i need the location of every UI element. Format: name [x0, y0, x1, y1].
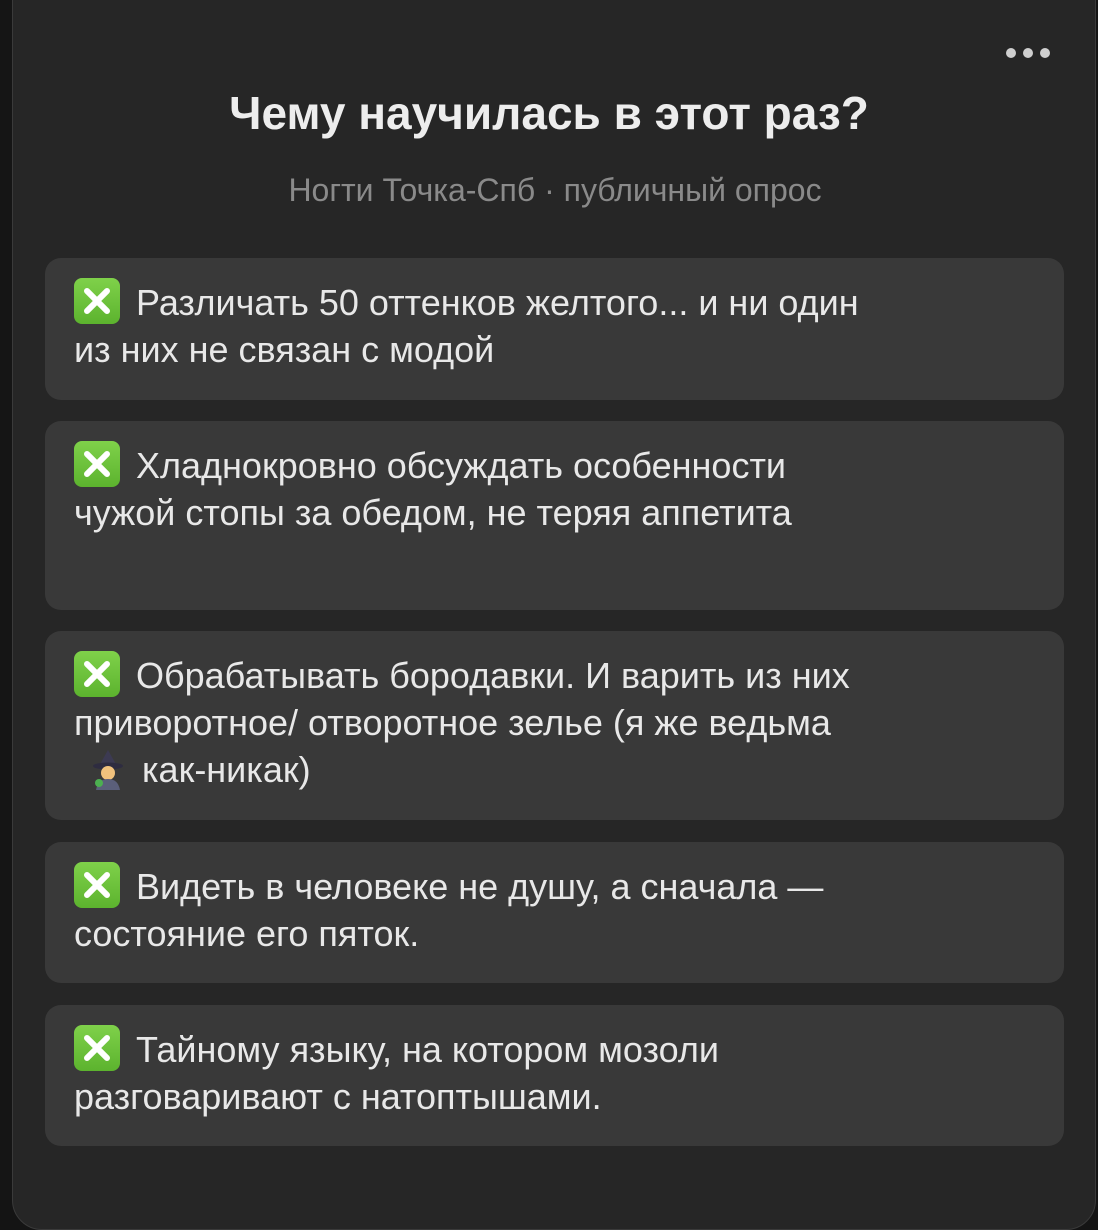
poll-option-label-end: как-никак) — [142, 749, 311, 790]
poll-option-3[interactable]: Обрабатывать бородавки. И варить из них … — [45, 631, 1064, 820]
more-dots-icon — [1006, 48, 1016, 58]
poll-option-text: Хладнокровно обсуждать особенности чужой… — [74, 441, 894, 536]
witch-emoji-icon — [88, 748, 128, 790]
poll-option-1[interactable]: Различать 50 оттенков желтого... и ни од… — [45, 258, 1064, 400]
more-options-button[interactable] — [1006, 38, 1050, 68]
cross-mark-icon — [74, 278, 120, 324]
poll-title: Чему научилась в этот раз? — [229, 87, 869, 139]
more-dots-icon — [1040, 48, 1050, 58]
poll-option-2[interactable]: Хладнокровно обсуждать особенности чужой… — [45, 421, 1064, 610]
cross-mark-icon — [74, 441, 120, 487]
poll-option-label: Хладнокровно обсуждать особенности чужой… — [74, 445, 792, 533]
poll-option-text: Тайному языку, на котором мозоли разгова… — [74, 1025, 894, 1120]
poll-option-label: Тайному языку, на котором мозоли разгова… — [74, 1029, 719, 1117]
poll-option-label: Различать 50 оттенков желтого... и ни од… — [74, 282, 859, 370]
poll-option-text: Видеть в человеке не душу, а сначала — с… — [74, 862, 894, 957]
poll-option-text: Различать 50 оттенков желтого... и ни од… — [74, 278, 894, 373]
cross-mark-icon — [74, 1025, 120, 1071]
poll-option-label: Обрабатывать бородавки. И варить из них … — [74, 655, 850, 743]
poll-option-label: Видеть в человеке не душу, а сначала — с… — [74, 866, 824, 954]
cross-mark-icon — [74, 651, 120, 697]
cross-mark-icon — [74, 862, 120, 908]
poll-option-4[interactable]: Видеть в человеке не душу, а сначала — с… — [45, 842, 1064, 983]
poll-option-text: Обрабатывать бородавки. И варить из них … — [74, 651, 894, 793]
more-dots-icon — [1023, 48, 1033, 58]
poll-option-5[interactable]: Тайному языку, на котором мозоли разгова… — [45, 1005, 1064, 1146]
poll-subtitle: Ногти Точка-Спб · публичный опрос — [288, 172, 822, 208]
